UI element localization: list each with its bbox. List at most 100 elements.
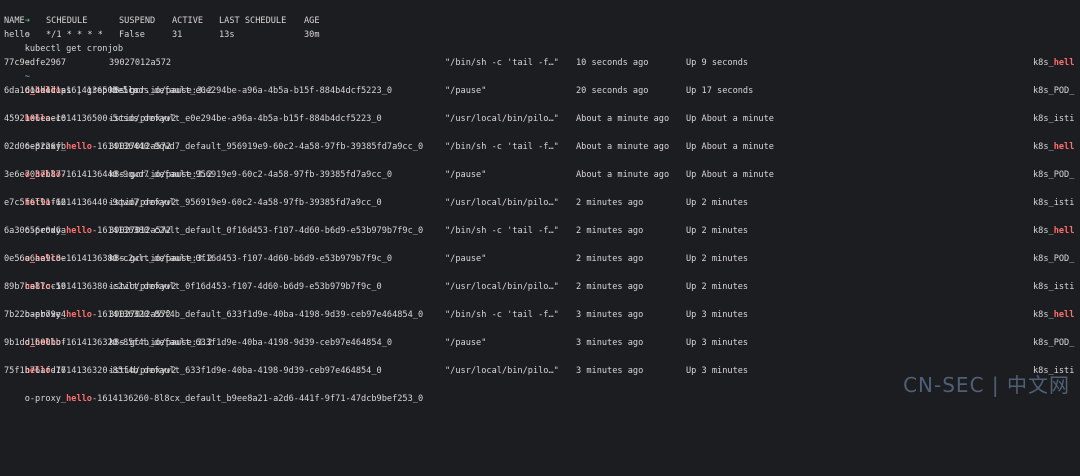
name-highlight: hell (1053, 226, 1075, 236)
container-status: Up 2 minutes (686, 282, 749, 292)
cell-age: 30m (304, 30, 320, 40)
prompt-line-cronjob: ➜ ~ kubectl get cronjob (4, 0, 1080, 54)
container-command: "/usr/local/bin/pilo…" (445, 282, 559, 292)
container-command: "/bin/sh -c 'tail -f…" (445, 310, 559, 320)
container-name: k8s_POD_ (1033, 168, 1074, 182)
name-prefix: k8s_ (1033, 58, 1054, 68)
container-name: k8s_hell (1033, 140, 1074, 154)
header-age: AGE (304, 16, 320, 26)
container-image: istio/proxyv2 (109, 282, 177, 292)
docker-row-wrap: hello-1614136440-9qwd7_default_956919e9-… (4, 182, 1080, 208)
docker-row: 0e56a6aa9c8e k8s.gcr.io/pause:3.2 "/paus… (4, 252, 1080, 266)
container-id: 77c9edfe2967 (4, 58, 67, 68)
container-name: k8s_hell (1033, 308, 1074, 322)
container-status: Up About a minute (686, 142, 774, 152)
container-created: About a minute ago (576, 114, 670, 124)
name-prefix: k8s_ (1033, 142, 1054, 152)
name-prefix: k8s_ (1033, 310, 1054, 320)
docker-row-wrap: hello-1614136380-c2wlt_default_0f16d453-… (4, 266, 1080, 292)
container-name: k8s_POD_ (1033, 336, 1074, 350)
container-image: k8s.gcr.io/pause:3.2 (109, 338, 213, 348)
container-status: Up 3 minutes (686, 338, 749, 348)
docker-row-wrap: o_hello-1614136500-5csds_default_e0e294b… (4, 70, 1080, 96)
container-created: 3 minutes ago (576, 338, 644, 348)
terminal-window[interactable]: ➜ ~ kubectl get cronjob NAME SCHEDULE SU… (0, 0, 1080, 404)
cronjob-header-row: NAME SCHEDULE SUSPEND ACTIVE LAST SCHEDU… (4, 14, 1080, 28)
container-status: Up 17 seconds (686, 86, 754, 96)
container-id: 02d06e8226fb (4, 142, 67, 152)
container-created: 10 seconds ago (576, 58, 649, 68)
container-id: 3e6e7037b877 (4, 170, 67, 180)
container-image: istio/proxyv2 (109, 366, 177, 376)
container-name: k8s_hell (1033, 224, 1074, 238)
docker-row-wrap: o-proxy_hello-1614136320-85f4b_default_6… (4, 294, 1080, 320)
container-image: 39027012a572 (109, 310, 172, 320)
docker-row: 6a30656e0d6a 39027012a572 "/bin/sh -c 't… (4, 224, 1080, 238)
container-command: "/pause" (445, 254, 487, 264)
cell-last-schedule: 13s (219, 30, 235, 40)
container-image: k8s.gcr.io/pause:3.2 (109, 86, 213, 96)
container-id: 75f1b76afd77 (4, 366, 67, 376)
docker-row-wrap: o_hello-1614136440-9qwd7_default_956919e… (4, 154, 1080, 180)
container-image: 39027012a572 (109, 142, 172, 152)
container-id: 0e56a6aa9c8e (4, 254, 67, 264)
wrap-suffix: -1614136260-8l8cx_default_b9ee8a21-a2d6-… (91, 394, 424, 404)
container-command: "/bin/sh -c 'tail -f…" (445, 58, 559, 68)
cell-suspend: False (119, 30, 145, 40)
container-image: 39027012a572 (109, 58, 172, 68)
name-highlight: hell (1053, 142, 1075, 152)
container-status: Up 2 minutes (686, 254, 749, 264)
container-created: About a minute ago (576, 170, 670, 180)
container-created: 20 seconds ago (576, 86, 649, 96)
docker-row: 9b1dd1600bbf k8s.gcr.io/pause:3.2 "/paus… (4, 336, 1080, 350)
container-created: 3 minutes ago (576, 366, 644, 376)
container-command: "/usr/local/bin/pilo…" (445, 114, 559, 124)
container-created: 2 minutes ago (576, 282, 644, 292)
container-id: 89b7ca87cc59 (4, 282, 67, 292)
container-status: Up 3 minutes (686, 366, 749, 376)
name-highlight: hell (1053, 58, 1075, 68)
container-command: "/usr/local/bin/pilo…" (445, 198, 559, 208)
cell-active: 31 (172, 30, 183, 40)
container-command: "/bin/sh -c 'tail -f…" (445, 226, 559, 236)
container-command: "/pause" (445, 170, 487, 180)
name-prefix: k8s_isti (1033, 282, 1075, 292)
container-name: k8s_isti (1033, 196, 1074, 210)
name-prefix: k8s_POD_ (1033, 170, 1075, 180)
header-active: ACTIVE (172, 16, 204, 26)
container-id: 7b22baeb79e4 (4, 310, 67, 320)
container-name: k8s_hell (1033, 56, 1074, 70)
container-id: 6da1614d4d1a (4, 86, 67, 96)
container-status: Up 9 seconds (686, 58, 749, 68)
header-last-schedule: LAST SCHEDULE (219, 16, 287, 26)
container-status: Up About a minute (686, 114, 774, 124)
name-highlight: hell (1053, 310, 1075, 320)
cell-name: hello (4, 30, 30, 40)
name-prefix: k8s_isti (1033, 198, 1075, 208)
name-prefix: k8s_POD_ (1033, 338, 1075, 348)
docker-row: 6da1614d4d1a k8s.gcr.io/pause:3.2 "/paus… (4, 84, 1080, 98)
docker-row: 89b7ca87cc59 istio/proxyv2 "/usr/local/b… (4, 280, 1080, 294)
header-name: NAME (4, 16, 25, 26)
docker-row-wrap: o_hello-1614136380-c2wlt_default_0f16d45… (4, 238, 1080, 264)
name-prefix: k8s_POD_ (1033, 254, 1075, 264)
container-name: k8s_POD_ (1033, 252, 1074, 266)
container-created: 2 minutes ago (576, 226, 644, 236)
container-name: k8s_isti (1033, 112, 1074, 126)
header-schedule: SCHEDULE (46, 16, 88, 26)
container-status: Up About a minute (686, 170, 774, 180)
docker-row-wrap: hello-1614136320-85f4b_default_633f1d9e-… (4, 350, 1080, 376)
container-command: "/bin/sh -c 'tail -f…" (445, 142, 559, 152)
container-command: "/pause" (445, 86, 487, 96)
container-id: 6a30656e0d6a (4, 226, 67, 236)
docker-row: e7c5f6f91f62 istio/proxyv2 "/usr/local/b… (4, 196, 1080, 210)
docker-row-wrap: o-proxy_hello-1614136380-c2wlt_default_0… (4, 210, 1080, 236)
container-created: About a minute ago (576, 142, 670, 152)
container-name: k8s_isti (1033, 280, 1074, 294)
wrap-prefix: o-proxy_ (24, 394, 67, 404)
container-id: 9b1dd1600bbf (4, 338, 67, 348)
container-id: 4592106eaec0 (4, 114, 67, 124)
name-prefix: k8s_ (1033, 226, 1054, 236)
container-image: istio/proxyv2 (109, 198, 177, 208)
cronjob-row: hello */1 * * * * False 31 13s 30m (4, 28, 1080, 42)
